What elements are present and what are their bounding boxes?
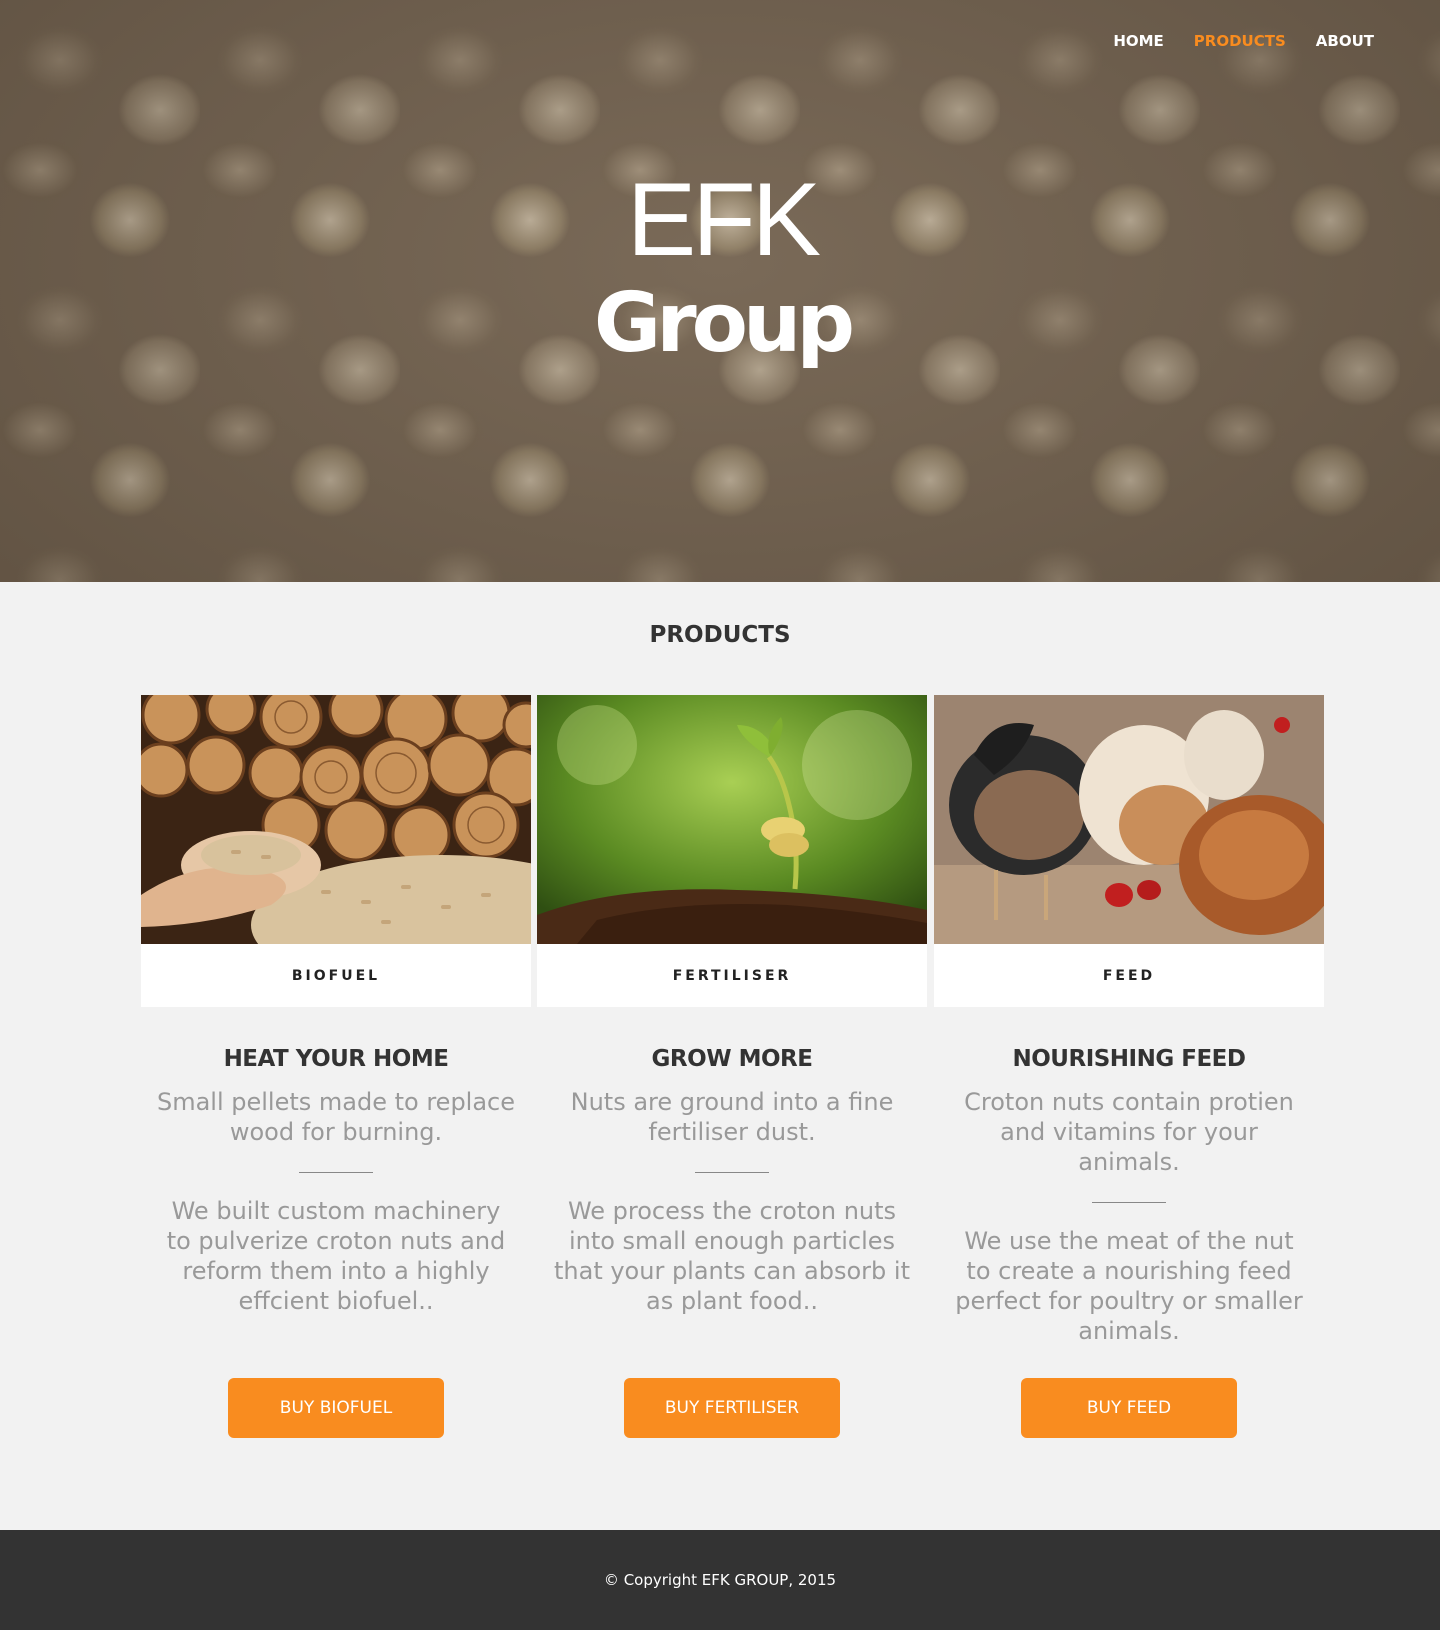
fertiliser-description: We process the croton nuts into small en… — [553, 1197, 910, 1315]
biofuel-logs-pellets-illustration — [141, 695, 531, 944]
biofuel-label: BIOFUEL — [141, 944, 531, 1007]
feed-chickens-illustration — [934, 695, 1324, 944]
biofuel-heading: HEAT YOUR HOME — [223, 1046, 449, 1072]
product-column-feed: FEED NOURISHING FEED Croton nuts contain… — [934, 695, 1324, 1346]
feed-heading: NOURISHING FEED — [1012, 1046, 1246, 1072]
product-column-fertiliser: FERTILISER GROW MORE Nuts are ground int… — [537, 695, 927, 1316]
products-section-title: PRODUCTS — [649, 622, 791, 648]
fertiliser-label: FERTILISER — [537, 944, 927, 1007]
feed-subtitle: Croton nuts contain protien and vitamins… — [964, 1088, 1294, 1176]
logo-text-group: Group — [593, 276, 855, 371]
buy-biofuel-button[interactable]: BUY BIOFUEL — [228, 1378, 444, 1438]
fertiliser-heading: GROW MORE — [651, 1046, 813, 1072]
biofuel-subtitle: Small pellets made to replace wood for b… — [156, 1088, 516, 1146]
feed-description: We use the meat of the nut to create a n… — [955, 1227, 1303, 1345]
logo-text-efk: EFK — [626, 162, 821, 278]
nav-products-link[interactable]: PRODUCTS — [1194, 30, 1286, 52]
fertiliser-divider — [695, 1172, 769, 1173]
efk-group-logo: EFK Group — [590, 162, 855, 372]
main-nav: HOME PRODUCTS ABOUT — [1113, 30, 1374, 52]
biofuel-description: We built custom machinery to pulverize c… — [166, 1197, 506, 1315]
buy-fertiliser-button[interactable]: BUY FERTILISER — [624, 1378, 840, 1438]
footer-copyright: © Copyright EFK GROUP, 2015 — [603, 1571, 837, 1589]
biofuel-divider — [299, 1172, 373, 1173]
fertiliser-subtitle: Nuts are ground into a fine fertiliser d… — [570, 1088, 894, 1146]
nav-about-link[interactable]: ABOUT — [1316, 30, 1374, 52]
site-footer: © Copyright EFK GROUP, 2015 — [0, 1530, 1440, 1630]
buy-feed-button[interactable]: BUY FEED — [1021, 1378, 1237, 1438]
fertiliser-image — [537, 695, 927, 944]
feed-image — [934, 695, 1324, 944]
fertiliser-seedling-illustration — [537, 695, 927, 944]
biofuel-image — [141, 695, 531, 944]
nav-home-link[interactable]: HOME — [1113, 30, 1163, 52]
hero-banner: HOME PRODUCTS ABOUT EFK Group — [0, 0, 1440, 582]
feed-label: FEED — [934, 944, 1324, 1007]
product-column-biofuel: BIOFUEL HEAT YOUR HOME Small pellets mad… — [141, 695, 531, 1316]
feed-divider — [1092, 1202, 1166, 1203]
